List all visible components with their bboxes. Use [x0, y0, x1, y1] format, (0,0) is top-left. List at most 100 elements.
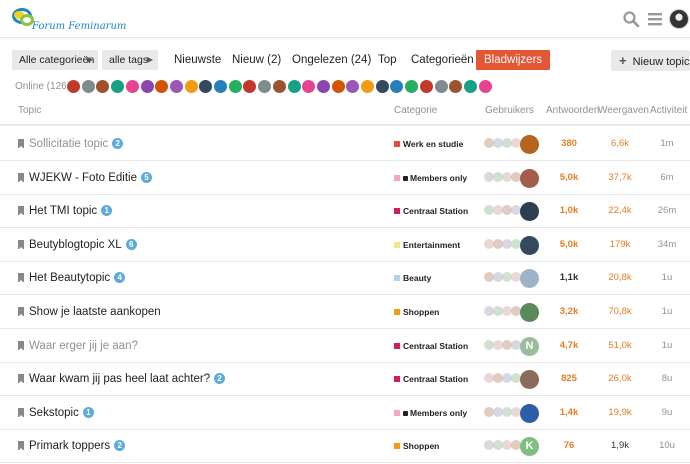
bookmark-icon[interactable]	[18, 441, 24, 452]
category-badge[interactable]: Beauty	[394, 272, 431, 284]
bookmark-icon[interactable]	[18, 374, 24, 385]
hamburger-menu-icon[interactable]	[646, 10, 664, 28]
online-user-avatar[interactable]	[345, 79, 361, 94]
category-badge[interactable]: Members only	[394, 172, 467, 184]
unread-count-badge[interactable]: 2	[214, 373, 226, 385]
unread-count-badge[interactable]: 2	[112, 138, 124, 149]
online-user-avatar[interactable]	[374, 79, 390, 94]
bookmark-icon[interactable]	[18, 239, 24, 250]
topic-row[interactable]: Primark toppers 2 Shoppen K 76 1,9k 10u	[0, 429, 690, 464]
site-logo[interactable]: Forum Feminarum	[12, 6, 126, 34]
online-user-avatar[interactable]	[110, 79, 126, 94]
unread-count-badge[interactable]: 1	[101, 205, 113, 217]
online-user-avatar[interactable]	[448, 79, 464, 94]
categories-dropdown[interactable]: Alle categorieën ▶	[12, 50, 98, 70]
nav-latest[interactable]: Nieuwste	[174, 50, 221, 70]
unread-count-badge[interactable]: 5	[141, 171, 152, 183]
last-activity[interactable]: 8u	[647, 372, 687, 386]
online-user-avatar[interactable]	[139, 79, 155, 94]
latest-poster-avatar[interactable]	[520, 269, 539, 289]
topic-title-text[interactable]: Primark toppers	[29, 440, 110, 452]
bookmark-icon[interactable]	[18, 340, 24, 351]
online-user-avatar[interactable]	[462, 79, 478, 94]
latest-poster-avatar[interactable]: N	[520, 336, 539, 356]
topic-row[interactable]: Het Beautytopic 4 Beauty 1,1k 20,8k 1u	[0, 261, 690, 296]
topic-title[interactable]: Sekstopic 1	[29, 405, 94, 421]
new-topic-button[interactable]: + Nieuw topic	[611, 50, 690, 71]
bookmark-icon[interactable]	[18, 172, 24, 183]
bookmark-icon[interactable]	[18, 139, 24, 149]
header-activity[interactable]: Activiteit	[650, 104, 687, 118]
nav-unread[interactable]: Ongelezen (24)	[292, 50, 371, 70]
category-badge[interactable]: Centraal Station	[394, 205, 468, 217]
search-icon[interactable]	[622, 10, 640, 28]
topic-title[interactable]: Sollicitatie topic 2	[29, 136, 124, 152]
tags-dropdown[interactable]: alle tags ▶	[102, 50, 158, 70]
topic-title-text[interactable]: Sollicitatie topic	[29, 138, 108, 150]
category-badge[interactable]: Shoppen	[394, 440, 439, 452]
latest-poster-avatar[interactable]	[520, 235, 539, 255]
unread-count-badge[interactable]: 6	[125, 238, 137, 250]
online-user-avatar[interactable]	[433, 79, 449, 94]
online-user-avatar[interactable]	[418, 79, 434, 94]
topic-row[interactable]: Waar kwam jij pas heel laat achter? 2 Cent…	[0, 362, 690, 397]
bookmark-icon[interactable]	[18, 407, 24, 418]
last-activity[interactable]: 9u	[647, 406, 687, 420]
online-user-avatar[interactable]	[66, 79, 81, 94]
category-badge[interactable]: Centraal Station	[394, 340, 468, 352]
topic-row[interactable]: Het TMI topic 1 Centraal Station 1,0k 22,4k 2…	[0, 194, 690, 229]
latest-poster-avatar[interactable]	[520, 403, 539, 423]
online-user-avatar[interactable]	[242, 79, 258, 94]
topic-row[interactable]: Show je laatste aankopen Shoppen 3,2k 70,8k…	[0, 295, 690, 329]
topic-title[interactable]: Show je laatste aankopen	[29, 304, 161, 320]
online-user-avatar[interactable]	[257, 79, 273, 94]
topic-title[interactable]: Het Beautytopic 4	[29, 270, 126, 286]
online-user-avatar[interactable]	[477, 79, 493, 94]
last-activity[interactable]: 1m	[647, 137, 687, 151]
bookmark-icon[interactable]	[18, 206, 24, 217]
last-activity[interactable]: 26m	[647, 204, 687, 218]
last-activity[interactable]: 1u	[647, 305, 687, 319]
header-replies[interactable]: Antwoorden	[546, 104, 599, 118]
online-user-avatar[interactable]	[389, 79, 405, 94]
topic-title[interactable]: Beutyblogtopic XL 6	[29, 237, 137, 253]
online-user-avatar[interactable]	[168, 79, 184, 94]
bookmark-icon[interactable]	[18, 307, 24, 317]
online-user-avatar[interactable]	[301, 79, 317, 94]
nav-categories[interactable]: Categorieën	[411, 50, 474, 70]
online-user-avatar[interactable]	[227, 79, 243, 94]
latest-poster-avatar[interactable]	[520, 202, 539, 222]
last-activity[interactable]: 6m	[647, 171, 687, 185]
topic-title[interactable]: Waar erger jij je aan?	[29, 338, 138, 354]
online-user-avatar[interactable]	[330, 79, 346, 94]
last-activity[interactable]: 1u	[647, 271, 687, 285]
unread-count-badge[interactable]: 1	[82, 406, 94, 418]
latest-poster-avatar[interactable]	[520, 168, 539, 188]
online-user-avatar[interactable]	[95, 79, 111, 94]
topic-row[interactable]: WJEKW - Foto Editie 5 Members only 5,0k 37,7…	[0, 161, 690, 195]
topic-title-text[interactable]: Show je laatste aankopen	[29, 306, 161, 318]
topic-title[interactable]: Waar kwam jij pas heel laat achter? 2	[29, 371, 226, 387]
user-avatar[interactable]	[669, 9, 689, 29]
header-topic[interactable]: Topic	[18, 104, 41, 118]
category-badge[interactable]: Centraal Station	[394, 373, 468, 385]
online-user-avatar[interactable]	[315, 79, 331, 94]
category-badge[interactable]: Shoppen	[394, 306, 439, 318]
online-user-avatar[interactable]	[404, 79, 420, 94]
latest-poster-avatar[interactable]	[520, 303, 539, 322]
online-user-avatar[interactable]	[124, 79, 140, 94]
topic-title-text[interactable]: Sekstopic	[29, 407, 79, 419]
latest-poster-avatar[interactable]	[520, 135, 539, 154]
online-user-avatar[interactable]	[154, 79, 170, 94]
category-badge[interactable]: Entertainment	[394, 239, 460, 251]
online-user-avatar[interactable]	[213, 79, 228, 94]
unread-count-badge[interactable]: 2	[114, 440, 126, 452]
category-badge[interactable]: Werk en studie	[394, 138, 463, 150]
latest-poster-avatar[interactable]	[520, 370, 539, 390]
nav-top[interactable]: Top	[378, 50, 397, 70]
topic-row[interactable]: Waar erger jij je aan? Centraal Station N 4…	[0, 329, 690, 363]
unread-count-badge[interactable]: 4	[114, 272, 126, 284]
topic-title-text[interactable]: Waar erger jij je aan?	[29, 340, 138, 352]
latest-poster-avatar[interactable]: K	[520, 437, 539, 457]
bookmark-icon[interactable]	[18, 273, 24, 284]
